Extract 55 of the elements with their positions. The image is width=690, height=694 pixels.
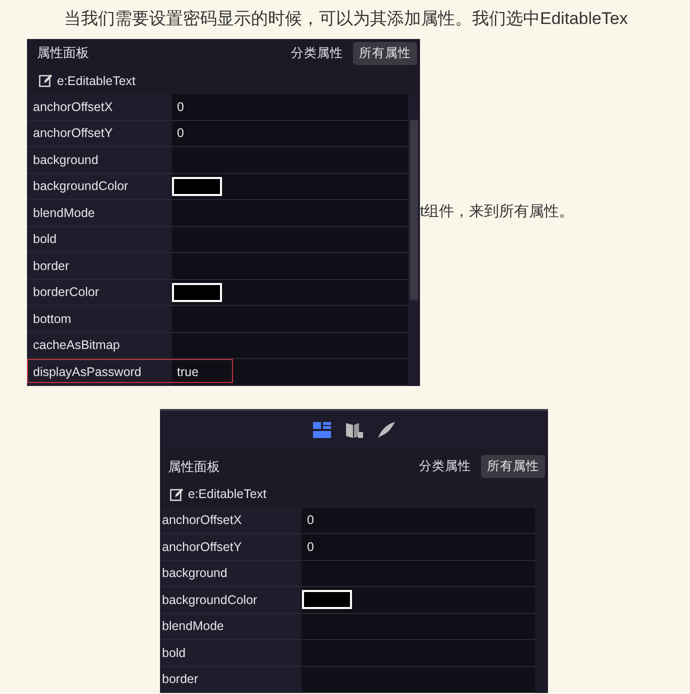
property-value-field[interactable]: true	[172, 359, 408, 384]
property-value-field[interactable]	[302, 614, 535, 639]
property-name: anchorOffsetY	[27, 120, 170, 146]
tab[interactable]: 所有属性	[481, 455, 545, 478]
property-name: bold	[160, 640, 300, 666]
tab[interactable]: 所有属性	[353, 42, 417, 64]
property-value-field[interactable]: 0	[302, 534, 535, 560]
property-value-field[interactable]	[302, 666, 535, 692]
object-name: e:EditableText	[188, 487, 267, 501]
scrollbar[interactable]	[410, 120, 418, 300]
property-value-field[interactable]: 0	[302, 508, 535, 533]
property-name: border	[160, 666, 300, 692]
panel-title: 属性面板	[168, 458, 220, 476]
edit-icon	[39, 74, 52, 87]
property-name: blendMode	[160, 614, 300, 639]
property-value-field[interactable]	[172, 253, 408, 278]
property-value-field[interactable]	[172, 332, 408, 358]
property-name: blendMode	[27, 200, 170, 226]
paragraph-text: t组件，来到所有属性。	[420, 202, 574, 221]
layout-icon[interactable]	[313, 422, 331, 438]
color-swatch[interactable]	[172, 176, 222, 196]
property-name: anchorOffsetX	[27, 94, 170, 120]
property-value-field[interactable]	[302, 640, 535, 666]
property-name: anchorOffsetY	[160, 534, 300, 560]
property-name: borderColor	[27, 280, 170, 305]
property-name: backgroundColor	[27, 174, 170, 199]
paragraph-text: 当我们需要设置密码显示的时候，可以为其添加属性。我们选中EditableTex	[63, 8, 629, 30]
property-value-field[interactable]	[172, 280, 408, 305]
property-value-field[interactable]: 0	[172, 94, 408, 120]
property-name: displayAsPassword	[27, 359, 170, 384]
feather-icon[interactable]	[377, 422, 395, 438]
property-name: background	[160, 560, 300, 586]
property-name: cacheAsBitmap	[27, 332, 170, 358]
property-value-field[interactable]	[172, 226, 408, 252]
tab[interactable]: 分类属性	[413, 455, 477, 478]
property-value-field[interactable]	[302, 587, 535, 612]
tab[interactable]: 分类属性	[285, 42, 349, 64]
property-name: bottom	[27, 306, 170, 332]
object-name: e:EditableText	[57, 74, 136, 88]
property-name: backgroundColor	[160, 587, 300, 612]
property-value-field[interactable]	[172, 306, 408, 332]
panel-title: 属性面板	[37, 44, 89, 62]
property-name: anchorOffsetX	[160, 508, 300, 533]
color-swatch[interactable]	[302, 590, 352, 610]
property-value-field[interactable]	[302, 560, 535, 586]
color-swatch[interactable]	[172, 282, 222, 302]
property-value-field[interactable]: 0	[172, 120, 408, 146]
book-icon[interactable]	[345, 422, 363, 438]
property-value-field[interactable]	[172, 200, 408, 226]
property-value-field[interactable]	[172, 174, 408, 199]
edit-icon	[170, 488, 183, 500]
property-name: background	[27, 147, 170, 172]
property-value-field[interactable]	[172, 147, 408, 172]
property-name: bold	[27, 226, 170, 252]
property-name: border	[27, 253, 170, 278]
